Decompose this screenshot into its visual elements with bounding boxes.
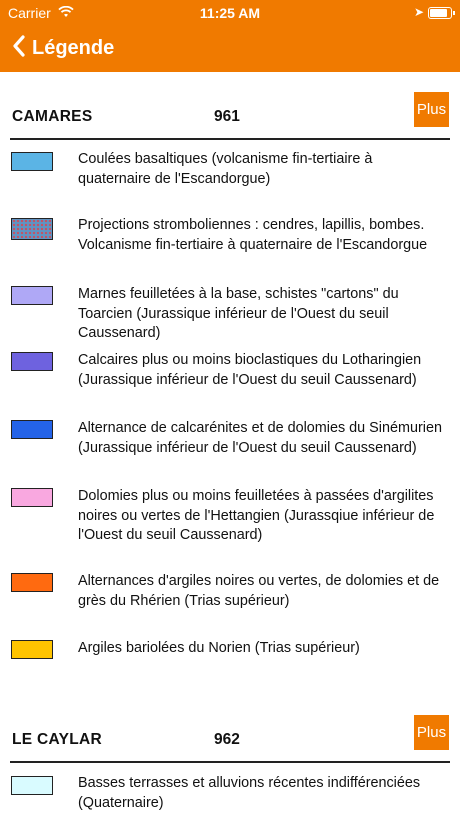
legend-description: Basses terrasses et alluvions récentes i… bbox=[78, 775, 421, 811]
section-title: CAMARES bbox=[12, 108, 93, 125]
back-button[interactable]: Légende bbox=[12, 33, 114, 63]
status-bar: Carrier 11:25 AM ➤ bbox=[0, 3, 460, 23]
color-swatch bbox=[11, 573, 53, 592]
color-swatch bbox=[11, 218, 53, 240]
section-divider bbox=[10, 761, 450, 763]
location-arrow-icon: ➤ bbox=[413, 5, 424, 19]
section-header: CAMARES 961 Plus bbox=[0, 92, 460, 142]
color-swatch bbox=[11, 152, 53, 171]
section-title: LE CAYLAR bbox=[12, 731, 102, 748]
color-swatch bbox=[11, 420, 53, 439]
color-swatch bbox=[11, 488, 53, 507]
section-divider bbox=[10, 138, 450, 140]
section-code: 962 bbox=[214, 731, 240, 748]
chevron-left-icon bbox=[12, 35, 26, 61]
legend-description: Projections stromboliennes : cendres, la… bbox=[78, 217, 428, 253]
legend-description: Dolomies plus ou moins feuilletées à pas… bbox=[78, 488, 435, 543]
color-swatch bbox=[11, 352, 53, 371]
color-swatch bbox=[11, 640, 53, 659]
legend-description: Coulées basaltiques (volcanisme fin-tert… bbox=[78, 151, 373, 187]
legend-description: Alternance de calcarénites et de dolomie… bbox=[78, 420, 442, 456]
color-swatch bbox=[11, 286, 53, 305]
legend-description: Argiles bariolées du Norien (Trias supér… bbox=[78, 640, 360, 656]
plus-button[interactable]: Plus bbox=[414, 715, 449, 750]
section-code: 961 bbox=[214, 108, 240, 125]
clock: 11:25 AM bbox=[199, 5, 261, 21]
page-title: Légende bbox=[32, 36, 115, 59]
plus-button[interactable]: Plus bbox=[414, 92, 449, 127]
legend-description: Calcaires plus ou moins bioclastiques du… bbox=[78, 352, 422, 388]
section-header: LE CAYLAR 962 Plus bbox=[0, 715, 460, 765]
battery-icon bbox=[428, 7, 455, 19]
legend-section-camares: CAMARES 961 Plus bbox=[0, 92, 460, 142]
app-header: Carrier 11:25 AM ➤ Légende bbox=[0, 0, 460, 72]
legend-description: Marnes feuilletées à la base, schistes "… bbox=[78, 286, 399, 341]
legend-description: Alternances d'argiles noires ou vertes, … bbox=[78, 573, 440, 609]
color-swatch bbox=[11, 776, 53, 795]
legend-section-le-caylar: LE CAYLAR 962 Plus bbox=[0, 715, 460, 765]
